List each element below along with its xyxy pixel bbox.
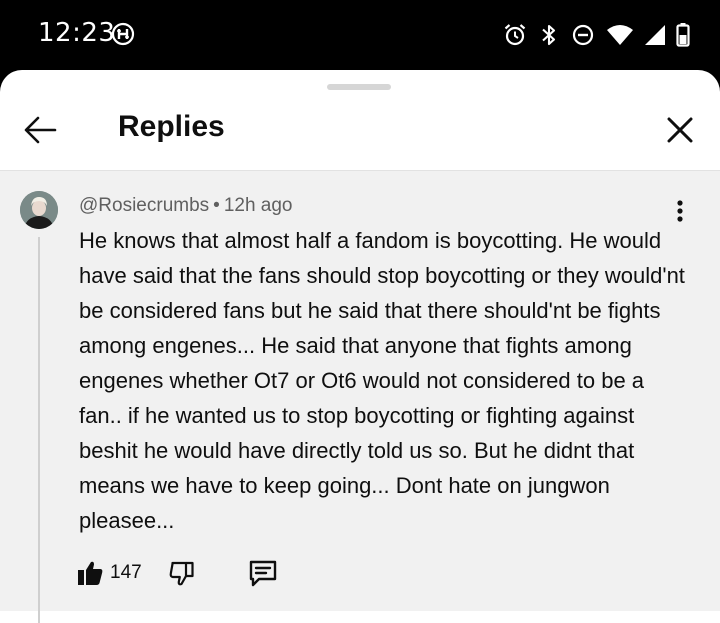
thread-line [38,237,40,623]
meta-separator: • [213,195,220,216]
comment-text: He knows that almost half a fandom is bo… [79,228,685,533]
reply-icon [249,560,276,587]
page-title: Replies [118,110,225,143]
avatar[interactable] [20,191,58,229]
comment-actions: 147 [76,555,278,591]
comment-time[interactable]: 12h ago [224,195,293,216]
status-icons [502,20,690,50]
battery-icon [676,23,690,47]
like-count: 147 [110,562,142,583]
back-button[interactable] [18,108,62,152]
thumbs-up-icon [78,561,103,585]
thumbs-down-icon [169,561,194,586]
wifi-icon [607,25,633,45]
more-options-button[interactable] [666,197,694,225]
reply-button[interactable] [248,559,278,587]
status-time: 12:23 [38,18,116,48]
do-not-disturb-icon [572,24,594,46]
screen: 12:23 Replies @Rosiecrumbs • 12h ago He … [0,0,720,623]
replies-sheet: Replies @Rosiecrumbs • 12h ago He knows … [0,70,720,623]
alarm-icon [504,24,526,46]
signal-icon [645,25,665,45]
arrow-left-icon [24,116,57,144]
avatar-image [20,191,58,229]
replies-header: Replies [0,90,720,171]
bluetooth-icon [542,24,556,46]
h-badge-icon [111,22,135,46]
dislike-button[interactable] [168,559,196,587]
status-bar: 12:23 [0,0,720,70]
comment-meta: @Rosiecrumbs • 12h ago [79,195,293,217]
like-button[interactable] [76,559,104,587]
comment-author[interactable]: @Rosiecrumbs [79,195,209,216]
close-icon [667,117,693,143]
more-vert-icon [677,200,683,222]
comment-thread: @Rosiecrumbs • 12h ago He knows that almos… [0,171,720,623]
close-button[interactable] [658,108,702,152]
